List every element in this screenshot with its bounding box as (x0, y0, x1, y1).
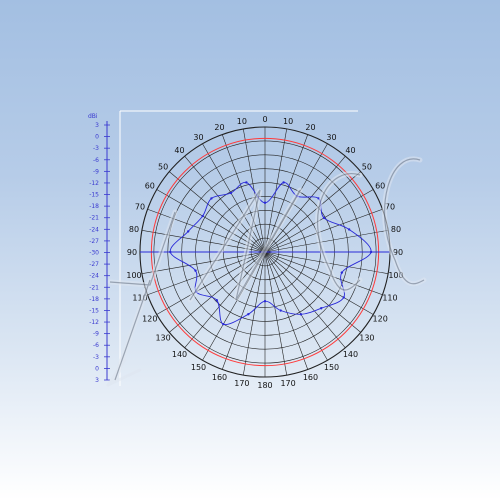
pattern-point (201, 214, 204, 218)
scale-tick-label: -12 (89, 180, 99, 187)
scale-tick-label: -15 (89, 307, 99, 314)
scale-tick-label: -6 (93, 342, 99, 349)
scale-tick-label: -27 (89, 261, 99, 268)
angle-label: 40 (174, 146, 184, 155)
angle-label: 80 (391, 225, 401, 234)
pattern-point (215, 299, 218, 302)
scale-tick-label: -21 (89, 284, 99, 291)
angle-label: 60 (375, 182, 385, 191)
pattern-point (245, 181, 248, 184)
angle-label: 120 (373, 315, 388, 324)
angle-label: 120 (142, 315, 157, 324)
angle-label: 0 (262, 115, 267, 124)
scale-tick-label: -24 (89, 273, 99, 280)
pattern-point (222, 322, 225, 326)
logo-stroke (106, 358, 142, 387)
angle-label: 10 (283, 117, 293, 126)
angle-label: 50 (158, 163, 168, 172)
angle-label: 30 (326, 133, 336, 142)
scale-tick-label: -24 (89, 226, 99, 233)
pattern-point (229, 191, 233, 195)
angle-label: 80 (129, 225, 139, 234)
angle-label: 180 (257, 381, 272, 390)
angle-label: 150 (324, 363, 339, 372)
pattern-point (342, 296, 345, 299)
pattern-point (263, 201, 267, 204)
scale-tick-label: -12 (89, 319, 99, 326)
logo-stroke (315, 171, 363, 293)
angle-label: 130 (155, 333, 170, 342)
angle-label: 50 (362, 163, 372, 172)
pattern-point (247, 312, 250, 316)
polar-radiation-chart: dBi30-3-6-9-12-15-18-21-24-27-30-27-24-2… (88, 110, 427, 390)
scale-tick-label: -27 (89, 238, 99, 245)
scale-unit-label: dBi (88, 113, 98, 120)
pattern-point (282, 181, 285, 184)
pattern-point (263, 300, 267, 303)
dbi-scale-axis: dBi30-3-6-9-12-15-18-21-24-27-30-27-24-2… (88, 113, 110, 384)
scale-tick-label: 0 (95, 134, 99, 141)
angle-label: 40 (345, 146, 355, 155)
pattern-point (347, 228, 351, 231)
scale-tick-label: 3 (95, 122, 99, 129)
pattern-point (299, 313, 303, 316)
angle-label: 60 (145, 182, 155, 191)
pattern-point (322, 216, 326, 220)
scale-tick-label: 0 (95, 365, 99, 372)
angle-label: 20 (305, 123, 315, 132)
angle-label: 140 (172, 350, 187, 359)
angle-label: 150 (191, 363, 206, 372)
angle-label: 10 (237, 117, 247, 126)
scale-tick-label: -6 (93, 157, 99, 164)
scale-tick-label: -30 (89, 250, 99, 257)
scale-tick-label: 3 (95, 377, 99, 384)
pattern-trace-line (169, 181, 372, 326)
pattern-point (194, 269, 197, 272)
pattern-point (340, 271, 344, 274)
angle-label: 170 (280, 379, 295, 388)
angle-label: 100 (126, 271, 141, 280)
pattern-point (320, 307, 323, 310)
angle-label: 160 (212, 373, 227, 382)
scale-tick-label: -18 (89, 296, 99, 303)
pattern-point (279, 309, 282, 312)
scale-tick-label: -3 (93, 354, 99, 361)
scale-tick-label: -9 (93, 331, 99, 338)
angle-label: 70 (135, 203, 145, 212)
angle-label: 170 (234, 379, 249, 388)
angle-label: 30 (193, 133, 203, 142)
angle-label: 90 (127, 248, 137, 257)
scale-tick-label: -3 (93, 145, 99, 152)
scale-tick-label: -15 (89, 192, 99, 199)
scale-tick-label: -21 (89, 215, 99, 222)
angle-label: 20 (214, 123, 224, 132)
angle-label: 140 (343, 350, 358, 359)
angle-label: 110 (382, 293, 397, 302)
angle-label: 130 (359, 333, 374, 342)
scale-tick-label: -18 (89, 203, 99, 210)
pattern-point (210, 197, 213, 200)
pattern-point (186, 230, 190, 233)
angle-label: 160 (303, 373, 318, 382)
scale-tick-label: -9 (93, 168, 99, 175)
